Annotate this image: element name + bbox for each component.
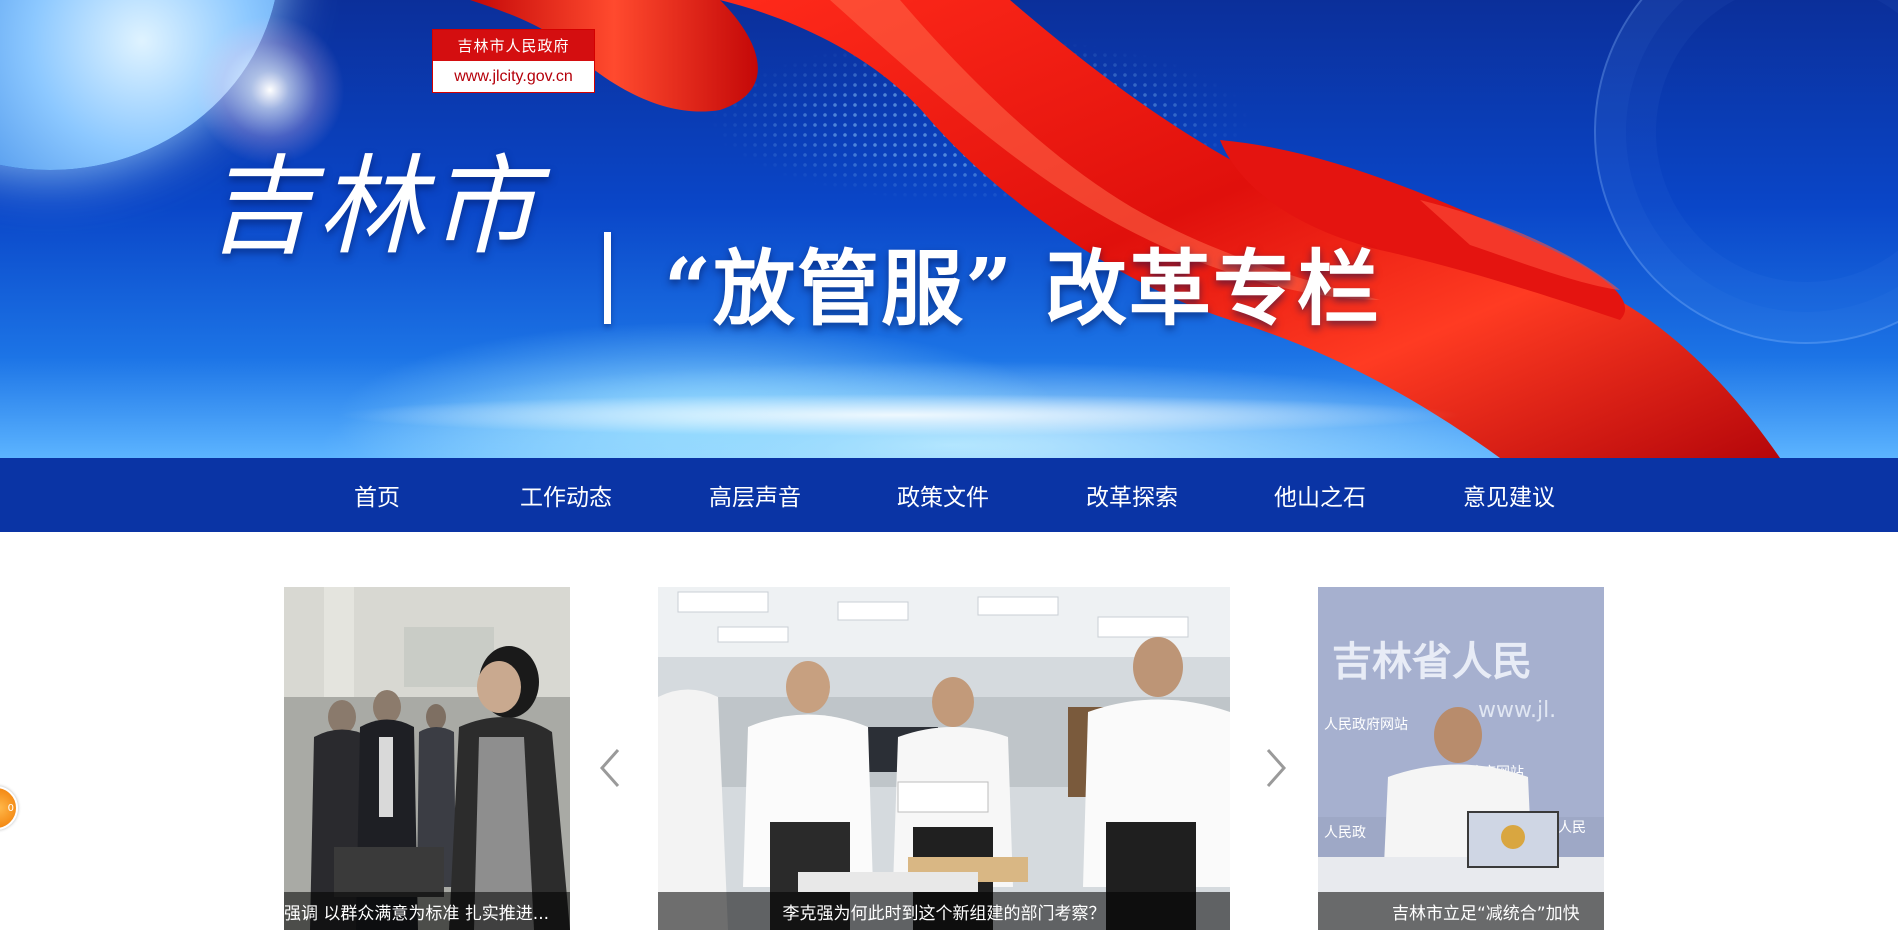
nav-item-lessons-elsewhere[interactable]: 他山之石 [1240, 458, 1400, 532]
carousel-slide-left[interactable]: 强调 以群众满意为标准 扎实推进... [284, 587, 570, 930]
photo-sign-text: 吉林省人民 [1332, 639, 1532, 685]
carousel-next-button[interactable] [1256, 738, 1296, 798]
chevron-left-icon [599, 749, 620, 787]
light-streak-graphic [0, 370, 1898, 458]
nav-item-home[interactable]: 首页 [297, 458, 457, 532]
carousel-slide-right[interactable]: 吉林省人民 www.jl. 人民政府网站 政府网站 人民政 省人民 吉林市立足“… [1318, 587, 1604, 930]
photo-sign-small: 人民政府网站 [1324, 717, 1408, 733]
nav-item-suggestions[interactable]: 意见建议 [1429, 458, 1589, 532]
news-carousel: 强调 以群众满意为标准 扎实推进... 李克强为何此时到这个新组建的部门考察？ … [0, 532, 1898, 930]
header-banner: 吉林市人民政府 www.jlcity.gov.cn 吉林市 “放管服” 改革专栏 [0, 0, 1898, 458]
nav-item-leadership-voices[interactable]: 高层声音 [675, 458, 835, 532]
slide-photo: 吉林省人民 www.jl. 人民政府网站 政府网站 人民政 省人民 [1318, 587, 1604, 930]
banner-title-divider [604, 232, 611, 324]
photo-sign-small: 人民政 [1324, 825, 1366, 841]
slide-caption: 吉林市立足“减统合”加快 [1318, 892, 1604, 930]
carousel-slide-active[interactable]: 李克强为何此时到这个新组建的部门考察？ [658, 587, 1230, 930]
nav-item-work-news[interactable]: 工作动态 [486, 458, 646, 532]
logo-url: www.jlcity.gov.cn [454, 67, 573, 85]
logo-org-name: 吉林市人民政府 [433, 30, 594, 61]
carousel-prev-button[interactable] [590, 738, 630, 798]
chevron-right-icon [1266, 749, 1287, 787]
slide-caption: 强调 以群众满意为标准 扎实推进... [284, 892, 570, 930]
banner-title-city: 吉林市 [205, 145, 542, 270]
photo-sign-url: www.jl. [1478, 698, 1556, 723]
slide-caption: 李克强为何此时到这个新组建的部门考察？ [658, 892, 1230, 930]
site-logo[interactable]: 吉林市人民政府 www.jlcity.gov.cn [432, 29, 595, 93]
nav-item-reform-exploration[interactable]: 改革探索 [1052, 458, 1212, 532]
banner-title-main: “放管服” 改革专栏 [664, 241, 1381, 337]
main-nav: 首页 工作动态 高层声音 政策文件 改革探索 他山之石 意见建议 [0, 458, 1898, 532]
nav-item-policy-documents[interactable]: 政策文件 [863, 458, 1023, 532]
slide-photo [284, 587, 570, 930]
slide-photo [658, 587, 1230, 930]
